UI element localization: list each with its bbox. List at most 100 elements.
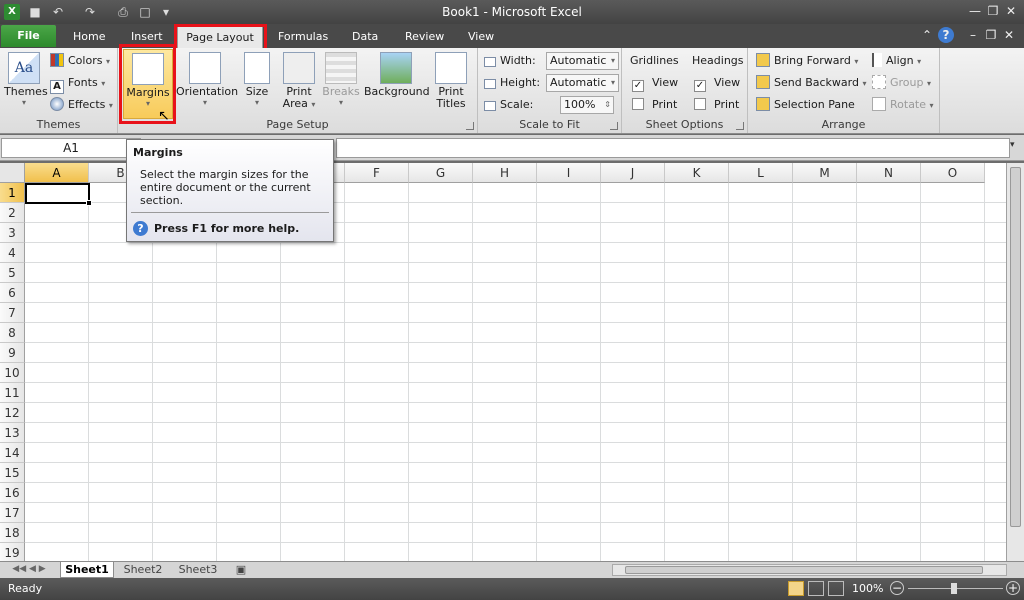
selected-cell[interactable] — [25, 183, 90, 204]
tab-home[interactable]: Home — [63, 26, 115, 48]
column-header[interactable]: I — [537, 163, 601, 183]
group-button[interactable]: Group ▾ — [872, 74, 931, 92]
row-header[interactable]: 13 — [0, 423, 25, 443]
select-all-corner[interactable] — [0, 163, 25, 183]
formula-expand-icon[interactable]: ▾ — [1010, 140, 1015, 150]
gridlines-view-checkbox[interactable]: ✓ View — [632, 74, 678, 92]
breaks-button[interactable]: Breaks ▾ — [321, 52, 361, 107]
restore-button[interactable]: ❐ — [984, 3, 1002, 19]
row-header[interactable]: 1 — [0, 183, 25, 203]
row-header[interactable]: 17 — [0, 503, 25, 523]
orientation-button[interactable]: Orientation ▾ — [176, 52, 238, 107]
breaks-label: Breaks — [322, 85, 360, 98]
zoom-out-icon[interactable]: − — [890, 581, 904, 595]
column-header[interactable]: K — [665, 163, 729, 183]
row-header[interactable]: 10 — [0, 363, 25, 383]
headings-view-checkbox[interactable]: ✓ View — [694, 74, 740, 92]
sheet-options-launcher-icon[interactable] — [736, 122, 744, 130]
row-header[interactable]: 12 — [0, 403, 25, 423]
grid-vline — [344, 183, 345, 561]
normal-view-icon[interactable] — [788, 581, 804, 596]
row-header[interactable]: 2 — [0, 203, 25, 223]
insert-sheet-icon[interactable]: ▣ — [228, 562, 254, 578]
column-header[interactable]: O — [921, 163, 985, 183]
print-area-button[interactable]: Print Area ▾ — [280, 52, 318, 111]
row-header[interactable]: 5 — [0, 263, 25, 283]
bring-forward-button[interactable]: Bring Forward ▾ — [756, 52, 858, 70]
column-header[interactable]: G — [409, 163, 473, 183]
zoom-level[interactable]: 100% — [852, 582, 883, 595]
close-button[interactable]: ✕ — [1002, 3, 1020, 19]
ribbon-collapse-icon[interactable]: ⌃ — [918, 27, 936, 43]
wb-minimize-button[interactable]: – — [964, 27, 982, 43]
sheet-nav-arrows-icon[interactable]: ◀◀ ◀ ▶ ▶▶ — [4, 562, 54, 589]
help-icon[interactable]: ? — [938, 27, 954, 43]
sheet-tab-3[interactable]: Sheet3 — [172, 562, 224, 578]
column-header[interactable]: J — [601, 163, 665, 183]
tab-review[interactable]: Review — [395, 26, 454, 48]
page-layout-view-icon[interactable] — [808, 581, 824, 596]
row-header[interactable]: 8 — [0, 323, 25, 343]
send-backward-button[interactable]: Send Backward ▾ — [756, 74, 866, 92]
wb-close-button[interactable]: ✕ — [1000, 27, 1018, 43]
row-header[interactable]: 14 — [0, 443, 25, 463]
tooltip-help: Press F1 for more help. — [154, 222, 300, 235]
selection-pane-button[interactable]: Selection Pane — [756, 96, 855, 114]
themes-icon: Aa — [8, 52, 40, 84]
zoom-in-icon[interactable]: + — [1006, 581, 1020, 595]
colors-button[interactable]: Colors ▾ — [50, 52, 110, 70]
row-header[interactable]: 16 — [0, 483, 25, 503]
tab-view[interactable]: View — [458, 26, 504, 48]
print-titles-button[interactable]: Print Titles — [430, 52, 472, 110]
tab-formulas[interactable]: Formulas — [268, 26, 338, 48]
row-header[interactable]: 18 — [0, 523, 25, 543]
size-button[interactable]: Size ▾ — [238, 52, 276, 107]
height-select[interactable]: Automatic ▾ — [546, 74, 619, 92]
orientation-icon — [189, 52, 221, 84]
column-header[interactable]: F — [345, 163, 409, 183]
background-button[interactable]: Background — [364, 52, 430, 98]
column-header[interactable]: L — [729, 163, 793, 183]
formula-input[interactable] — [336, 138, 1010, 158]
rotate-button[interactable]: Rotate ▾ — [872, 96, 934, 114]
tab-file[interactable]: File — [1, 25, 56, 47]
themes-button[interactable]: Aa Themes ▾ — [4, 52, 48, 107]
horizontal-scroll-thumb[interactable] — [625, 566, 983, 574]
row-header[interactable]: 11 — [0, 383, 25, 403]
column-header[interactable]: H — [473, 163, 537, 183]
row-header[interactable]: 3 — [0, 223, 25, 243]
wb-restore-button[interactable]: ❐ — [982, 27, 1000, 43]
window-title: Book1 - Microsoft Excel — [442, 5, 582, 19]
width-select[interactable]: Automatic ▾ — [546, 52, 619, 70]
fill-handle[interactable] — [86, 200, 92, 206]
row-header[interactable]: 4 — [0, 243, 25, 263]
status-bar: Ready 100% − + — [0, 578, 1024, 600]
vertical-scroll-thumb[interactable] — [1010, 167, 1021, 527]
vertical-scrollbar[interactable] — [1006, 163, 1024, 561]
minimize-button[interactable]: — — [966, 3, 984, 19]
column-header[interactable]: M — [793, 163, 857, 183]
column-header[interactable]: N — [857, 163, 921, 183]
gridlines-print-checkbox[interactable]: Print — [632, 96, 677, 114]
page-setup-launcher-icon[interactable] — [466, 122, 474, 130]
name-box[interactable]: A1 — [1, 138, 141, 158]
zoom-slider-thumb[interactable] — [951, 583, 957, 594]
row-header[interactable]: 7 — [0, 303, 25, 323]
effects-button[interactable]: Effects ▾ — [50, 96, 113, 114]
row-header[interactable]: 9 — [0, 343, 25, 363]
fonts-button[interactable]: A Fonts ▾ — [50, 74, 105, 94]
row-header[interactable]: 15 — [0, 463, 25, 483]
scale-spinner[interactable]: 100% ⇕ — [560, 96, 614, 114]
grid-hline — [25, 422, 1006, 423]
row-header[interactable]: 6 — [0, 283, 25, 303]
horizontal-scrollbar[interactable] — [612, 564, 1007, 576]
tab-data[interactable]: Data — [342, 26, 388, 48]
headings-print-checkbox[interactable]: Print — [694, 96, 739, 114]
align-button[interactable]: Align ▾ — [872, 52, 921, 70]
column-header[interactable]: A — [25, 163, 89, 183]
row-header[interactable]: 19 — [0, 543, 25, 561]
page-break-view-icon[interactable] — [828, 581, 844, 596]
scale-launcher-icon[interactable] — [610, 122, 618, 130]
sheet-tab-1[interactable]: Sheet1 — [60, 562, 114, 578]
sheet-tab-2[interactable]: Sheet2 — [117, 562, 169, 578]
